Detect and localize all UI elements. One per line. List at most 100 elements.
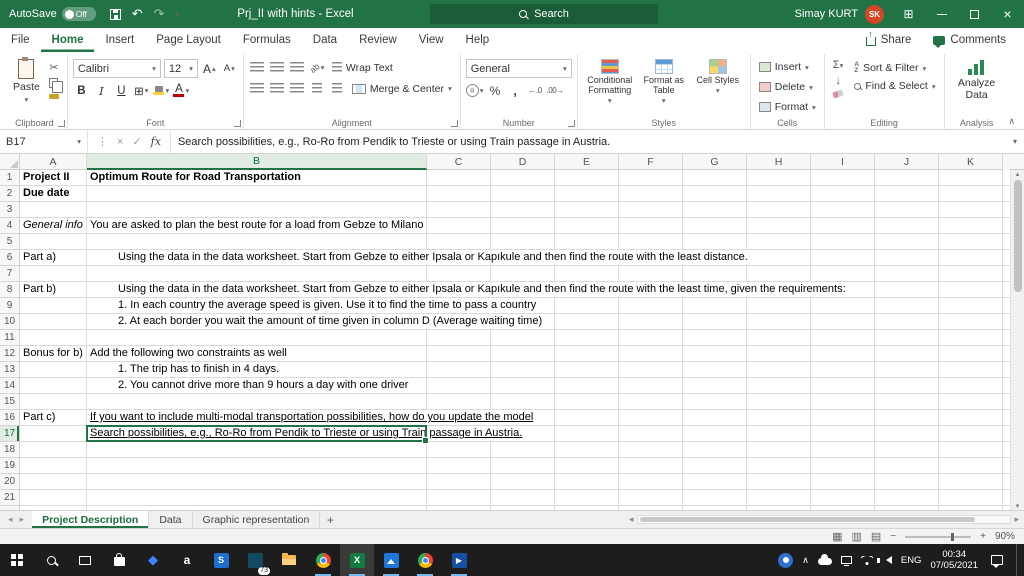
new-sheet-button[interactable]: + <box>320 511 340 528</box>
cell-A8[interactable]: Part b) <box>20 282 60 297</box>
cell-A6[interactable]: Part a) <box>20 250 60 265</box>
fill-button[interactable]: ↓ <box>835 75 841 87</box>
column-header-H[interactable]: H <box>747 154 811 170</box>
paste-button[interactable]: Paste ▾ <box>7 56 46 107</box>
format-as-table-button[interactable]: Format as Table ▾ <box>637 56 691 106</box>
row-header-9[interactable]: 9 <box>0 298 19 314</box>
expand-formula-bar-icon[interactable]: ▾ <box>1006 130 1024 153</box>
wifi-icon[interactable] <box>861 556 873 565</box>
sheet-tab-graphic-representation[interactable]: Graphic representation <box>193 511 321 528</box>
decrease-font-size-button[interactable]: A ▾ <box>221 60 238 77</box>
vertical-scroll-thumb[interactable] <box>1013 180 1022 292</box>
display-icon[interactable] <box>840 556 852 566</box>
name-box-dropdown-icon[interactable]: ▾ <box>77 137 81 146</box>
copy-icon[interactable] <box>49 78 64 93</box>
row-header-18[interactable]: 18 <box>0 442 19 458</box>
column-header-C[interactable]: C <box>427 154 491 170</box>
formula-input[interactable]: Search possibilities, e.g., Ro-Ro from P… <box>171 130 1006 153</box>
vertical-scrollbar[interactable]: ▴ ▾ <box>1010 170 1024 510</box>
font-name-select[interactable]: Calibri ▾ <box>72 59 161 78</box>
alignment-dialog-launcher-icon[interactable] <box>450 120 458 127</box>
decrease-indent-button[interactable] <box>309 80 326 97</box>
middle-align-button[interactable] <box>269 59 286 76</box>
badge-app-button[interactable]: 73 <box>238 544 272 576</box>
collapse-ribbon-icon[interactable]: ∧ <box>1008 116 1015 127</box>
row-header-20[interactable]: 20 <box>0 474 19 490</box>
horizontal-scroll-track[interactable] <box>636 515 1012 524</box>
row-header-10[interactable]: 10 <box>0 314 19 330</box>
photos-button[interactable] <box>374 544 408 576</box>
number-dialog-launcher-icon[interactable] <box>567 120 575 127</box>
menu-tab-view[interactable]: View <box>408 28 455 52</box>
scroll-left-icon[interactable]: ◂ <box>629 514 634 525</box>
qat-customize-icon[interactable]: ▾ <box>176 10 180 19</box>
row-header-6[interactable]: 6 <box>0 250 19 266</box>
column-header-G[interactable]: G <box>683 154 747 170</box>
taskbar-search-button[interactable] <box>34 544 68 576</box>
formula-drag-icon[interactable]: ⋮ <box>97 135 108 148</box>
notification-center-icon[interactable] <box>991 555 1003 568</box>
share-button[interactable]: Share <box>858 29 920 48</box>
speaker-icon[interactable] <box>876 556 892 564</box>
normal-view-icon[interactable]: ▦ <box>832 530 842 543</box>
row-header-5[interactable]: 5 <box>0 234 19 250</box>
row-header-4[interactable]: 4 <box>0 218 19 234</box>
scroll-up-icon[interactable]: ▴ <box>1016 170 1020 178</box>
row-header-16[interactable]: 16 <box>0 410 19 426</box>
percent-style-button[interactable]: % <box>487 82 504 99</box>
cell-B9[interactable]: 1. In each country the average speed is … <box>87 298 540 313</box>
browser-button[interactable] <box>408 544 442 576</box>
account-button[interactable]: Simay KURT SK <box>795 4 884 24</box>
row-header-15[interactable]: 15 <box>0 394 19 410</box>
scroll-right-icon[interactable]: ▸ <box>1014 514 1019 525</box>
page-break-view-icon[interactable]: ▤ <box>871 530 881 543</box>
row-header-12[interactable]: 12 <box>0 346 19 362</box>
zoom-level[interactable]: 90% <box>995 531 1015 542</box>
fill-color-button[interactable]: ▾ <box>153 82 170 99</box>
row-header-17[interactable]: 17 <box>0 426 19 442</box>
column-header-E[interactable]: E <box>555 154 619 170</box>
find-select-button[interactable]: Find & Select ▾ <box>851 79 938 93</box>
column-header-B[interactable]: B <box>87 154 427 170</box>
menu-tab-review[interactable]: Review <box>348 28 408 52</box>
redo-icon[interactable]: ↷ <box>154 6 165 22</box>
bold-button[interactable]: B <box>73 82 90 99</box>
media-player-button[interactable]: ▶ <box>442 544 476 576</box>
column-header-J[interactable]: J <box>875 154 939 170</box>
zoom-slider-thumb[interactable] <box>951 532 955 541</box>
menu-tab-help[interactable]: Help <box>455 28 501 52</box>
clear-icon[interactable] <box>832 89 844 99</box>
insert-cells-button[interactable]: Insert ▾ <box>756 59 819 75</box>
show-desktop-button[interactable] <box>1016 544 1020 576</box>
scroll-down-icon[interactable]: ▾ <box>1016 502 1020 510</box>
app-a-button[interactable]: a <box>170 544 204 576</box>
select-all-corner[interactable] <box>0 154 20 170</box>
row-header-3[interactable]: 3 <box>0 202 19 218</box>
number-format-select[interactable]: General ▾ <box>465 59 572 78</box>
hidden-icons-chevron-icon[interactable]: ∧ <box>802 555 809 566</box>
column-header-I[interactable]: I <box>811 154 875 170</box>
top-align-button[interactable] <box>249 59 266 76</box>
increase-font-size-button[interactable]: A ▴ <box>201 60 218 77</box>
increase-indent-button[interactable] <box>329 80 346 97</box>
row-header-19[interactable]: 19 <box>0 458 19 474</box>
wrap-text-button[interactable]: Wrap Text <box>329 61 396 75</box>
cell-B4[interactable]: You are asked to plan the best route for… <box>87 218 427 233</box>
row-header-14[interactable]: 14 <box>0 378 19 394</box>
row-header-1[interactable]: 1 <box>0 170 19 186</box>
previous-sheet-icon[interactable]: ◂ <box>8 514 13 525</box>
cancel-entry-icon[interactable]: × <box>117 136 123 148</box>
column-header-K[interactable]: K <box>939 154 1003 170</box>
autosave-toggle[interactable]: AutoSave Off <box>9 7 96 21</box>
maximize-button[interactable] <box>958 0 991 28</box>
format-cells-button[interactable]: Format ▾ <box>756 99 819 115</box>
cell-B8[interactable]: Using the data in the data worksheet. St… <box>87 282 849 297</box>
menu-tab-page-layout[interactable]: Page Layout <box>145 28 232 52</box>
ribbon-display-options-icon[interactable]: ⊞ <box>892 0 925 28</box>
start-button[interactable] <box>0 544 34 576</box>
name-box[interactable]: B17 ▾ <box>0 130 88 153</box>
horizontal-scrollbar[interactable]: ◂ ▸ <box>624 511 1024 528</box>
cell-A12[interactable]: Bonus for b) <box>20 346 86 361</box>
chrome-button[interactable] <box>306 544 340 576</box>
menu-tab-insert[interactable]: Insert <box>94 28 145 52</box>
